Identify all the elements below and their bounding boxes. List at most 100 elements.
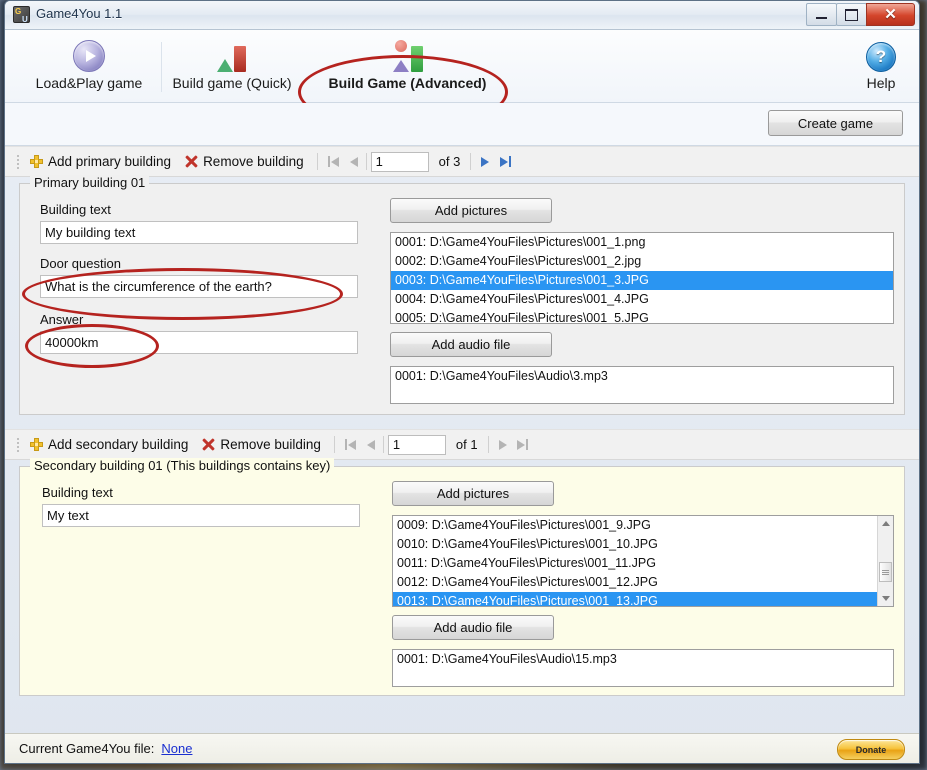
tab-load-play-game-label: Load&Play game [35,75,143,91]
donate-button[interactable]: Donate [837,739,905,760]
plus-icon [30,155,43,168]
list-item[interactable]: 0011: D:\Game4YouFiles\Pictures\001_11.J… [393,554,893,573]
app-icon: GU [13,6,30,24]
primary-answer-input[interactable] [40,331,358,354]
chevron-up-icon [881,521,890,526]
secondary-building-navigator: Add secondary building Remove building o… [5,429,919,460]
primary-audio-list[interactable]: 0001: D:\Game4YouFiles\Audio\3.mp3 [390,366,894,404]
title-bar: GU Game4You 1.1 ✕ [5,1,919,30]
primary-add-audio-button[interactable]: Add audio file [390,332,552,357]
secondary-building-text-input[interactable] [42,504,360,527]
primary-answer-label: Answer [40,312,84,327]
primary-last-page-button[interactable] [495,152,515,172]
primary-building-navigator: Add primary building Remove building of … [5,146,919,177]
secondary-building-text-label: Building text [42,485,113,500]
remove-primary-building-button[interactable]: Remove building [178,150,311,173]
tab-build-game-advanced-label: Build Game (Advanced) [328,75,487,91]
previous-page-icon [349,156,358,167]
tab-build-game-quick-label: Build game (Quick) [172,75,292,91]
tab-load-play-game[interactable]: Load&Play game [23,34,155,98]
add-secondary-building-button[interactable]: Add secondary building [23,433,195,456]
list-item[interactable]: 0005: D:\Game4YouFiles\Pictures\001_5.JP… [391,309,893,323]
scroll-up-button[interactable] [878,516,893,531]
status-label: Current Game4You file: [19,741,155,756]
help-label: Help [866,75,896,91]
current-file-link[interactable]: None [161,741,192,756]
tab-build-game-quick[interactable]: Build game (Quick) [169,34,295,98]
primary-building-text-input[interactable] [40,221,358,244]
secondary-last-page-button[interactable] [513,435,533,455]
secondary-add-audio-button[interactable]: Add audio file [392,615,554,640]
primary-first-page-button[interactable] [324,152,344,172]
secondary-first-page-button[interactable] [341,435,361,455]
primary-door-question-input[interactable] [40,275,358,298]
secondary-page-input[interactable] [387,434,446,455]
grip-lines-icon [882,569,889,575]
remove-secondary-building-button[interactable]: Remove building [195,433,328,456]
secondary-building-text-field: Building text [42,485,360,527]
main-toolbar: Load&Play game Build game (Quick) Build … [5,30,919,129]
last-page-icon [517,439,526,450]
primary-add-pictures-button[interactable]: Add pictures [390,198,552,223]
primary-building-text-field: Building text [40,202,358,244]
secondary-pictures-scrollbar[interactable] [877,516,893,606]
list-item[interactable]: 0001: D:\Game4YouFiles\Pictures\001_1.pn… [391,233,893,252]
list-item[interactable]: 0002: D:\Game4YouFiles\Pictures\001_2.jp… [391,252,893,271]
list-item[interactable]: 0004: D:\Game4YouFiles\Pictures\001_4.JP… [391,290,893,309]
primary-next-page-button[interactable] [475,152,495,172]
help-button[interactable]: ? Help [853,34,909,98]
secondary-next-page-button[interactable] [493,435,513,455]
tab-build-game-advanced[interactable]: Build Game (Advanced) [310,34,505,98]
close-icon: ✕ [884,6,897,23]
secondary-previous-page-button[interactable] [361,435,381,455]
close-button[interactable]: ✕ [866,3,915,26]
primary-pictures-list[interactable]: 0001: D:\Game4YouFiles\Pictures\001_1.pn… [390,232,894,324]
toolbar-separator [161,42,162,92]
nav-separator [470,153,472,170]
advanced-build-icon [391,38,425,72]
question-mark-icon: ? [866,38,896,72]
minimize-icon [816,17,827,19]
window-controls: ✕ [806,3,915,26]
primary-page-count: of 3 [438,154,461,169]
nav-separator [365,153,367,170]
quick-build-icon [215,38,249,72]
secondary-audio-list[interactable]: 0001: D:\Game4YouFiles\Audio\15.mp3 [392,649,894,687]
close-x-icon [202,438,216,451]
scroll-down-button[interactable] [878,591,893,606]
minimize-button[interactable] [806,3,837,26]
primary-building-panel: Primary building 01 Building text Door q… [19,175,905,415]
primary-building-legend: Primary building 01 [30,175,150,190]
list-item[interactable]: 0003: D:\Game4YouFiles\Pictures\001_3.JP… [391,271,893,290]
remove-primary-building-label: Remove building [203,154,304,169]
list-item[interactable]: 0013: D:\Game4YouFiles\Pictures\001_13.J… [393,592,893,606]
previous-page-icon [366,439,375,450]
next-page-icon [498,439,507,450]
list-item[interactable]: 0001: D:\Game4YouFiles\Audio\15.mp3 [393,650,893,669]
secondary-pictures-list[interactable]: 0009: D:\Game4YouFiles\Pictures\001_9.JP… [392,515,894,607]
nav-separator [487,436,489,453]
secondary-add-pictures-button[interactable]: Add pictures [392,481,554,506]
add-primary-building-button[interactable]: Add primary building [23,150,178,173]
nav-separator [382,436,384,453]
primary-page-input[interactable] [370,151,429,172]
list-item[interactable]: 0010: D:\Game4YouFiles\Pictures\001_10.J… [393,535,893,554]
list-item[interactable]: 0001: D:\Game4YouFiles\Audio\3.mp3 [391,367,893,386]
primary-door-question-field: Door question [40,256,358,298]
list-item[interactable]: 0012: D:\Game4YouFiles\Pictures\001_12.J… [393,573,893,592]
add-primary-building-label: Add primary building [48,154,172,169]
window-title: Game4You 1.1 [36,6,123,21]
primary-door-question-label: Door question [40,256,121,271]
plus-icon [30,438,43,451]
primary-answer-field: Answer [40,312,358,354]
list-item[interactable]: 0009: D:\Game4YouFiles\Pictures\001_9.JP… [393,516,893,535]
chevron-down-icon [881,596,890,601]
scrollbar-thumb[interactable] [879,562,892,582]
primary-previous-page-button[interactable] [344,152,364,172]
create-game-button[interactable]: Create game [768,110,903,136]
close-x-icon [185,155,198,168]
status-bar: Current Game4You file: None Donate [5,733,919,763]
action-bar: Create game [5,103,919,146]
play-circle-icon [73,38,105,72]
maximize-button[interactable] [836,3,867,26]
